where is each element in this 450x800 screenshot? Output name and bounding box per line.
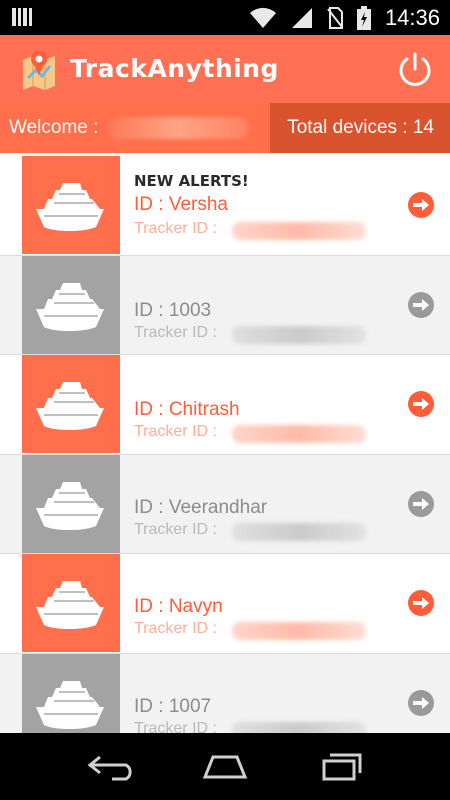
device-item-1003[interactable]: ID : 1003 Tracker ID : (0, 255, 450, 355)
device-id-label: ID : Navyn (134, 596, 223, 617)
no-sim-icon (327, 6, 343, 29)
arrow-right-icon[interactable] (408, 391, 434, 417)
arrow-right-icon[interactable] (408, 689, 434, 716)
device-id-label: ID : 1003 (134, 299, 212, 321)
ship-icon-box (22, 355, 120, 453)
welcome-user-name-redacted (108, 117, 248, 139)
ship-icon (36, 282, 104, 331)
system-nav-bar (0, 733, 450, 800)
tracker-id-redacted (232, 325, 366, 344)
arrow-right-icon[interactable] (408, 192, 434, 218)
tracker-id-label: Tracker ID : (134, 423, 217, 440)
tracker-id-label: Tracker ID : (134, 220, 217, 237)
ship-icon (36, 481, 104, 530)
tracker-id-redacted (232, 222, 366, 240)
ship-icon-box (22, 255, 120, 354)
device-id-label: ID : Versha (134, 194, 228, 215)
back-icon[interactable] (86, 751, 138, 781)
tracker-id-redacted (232, 425, 366, 443)
ship-icon (36, 581, 104, 629)
arrow-right-icon[interactable] (408, 590, 434, 616)
arrow-right-icon[interactable] (408, 490, 434, 517)
device-id-label: ID : Veerandhar (134, 496, 268, 518)
map-pin-icon (23, 51, 55, 90)
total-devices-label: Total devices : 14 (287, 117, 434, 138)
device-list[interactable]: NEW ALERTS! ID : Versha Tracker ID : ID … (0, 156, 450, 733)
power-icon[interactable] (396, 51, 434, 89)
tracker-id-redacted (232, 522, 366, 541)
battery-charging-icon (356, 5, 371, 30)
device-item-navyn[interactable]: ID : Navyn Tracker ID : (0, 554, 450, 654)
ship-icon (36, 183, 104, 231)
tracker-id-label: Tracker ID : (134, 520, 217, 538)
welcome-bar: Welcome : Total devices : 14 (0, 103, 450, 153)
device-item-veerandhar[interactable]: ID : Veerandhar Tracker ID : (0, 454, 450, 554)
ship-icon-box (22, 454, 120, 553)
signal-bars-icon (12, 8, 32, 26)
status-icons: 14:36 (249, 0, 440, 35)
new-alerts-label: NEW ALERTS! (134, 172, 249, 190)
tracker-id-label: Tracker ID : (134, 323, 217, 341)
ship-icon-box (22, 156, 120, 254)
cell-signal-icon (291, 7, 312, 28)
welcome-section: Welcome : (0, 103, 270, 153)
wifi-icon (249, 7, 276, 28)
tracker-id-redacted (232, 622, 366, 640)
tracker-id-label: Tracker ID : (134, 620, 217, 637)
ship-icon (36, 680, 104, 729)
arrow-right-icon[interactable] (408, 291, 434, 318)
tracker-id-redacted (232, 721, 366, 733)
app-title: TrackAnything (70, 54, 279, 83)
device-item-versha[interactable]: NEW ALERTS! ID : Versha Tracker ID : (0, 156, 450, 256)
tracker-id-label: Tracker ID : (134, 719, 217, 734)
device-item-chitrash[interactable]: ID : Chitrash Tracker ID : (0, 355, 450, 455)
device-item-1007[interactable]: ID : 1007 Tracker ID : (0, 653, 450, 734)
home-icon[interactable] (199, 751, 251, 781)
device-id-label: ID : Chitrash (134, 399, 240, 420)
ship-icon-box (22, 554, 120, 652)
ship-icon (36, 382, 104, 430)
app-bar: TrackAnything (0, 35, 450, 103)
welcome-label: Welcome : (9, 117, 99, 138)
device-id-label: ID : 1007 (134, 695, 212, 717)
status-bar: 14:36 (0, 0, 450, 35)
recents-icon[interactable] (312, 751, 364, 781)
ship-icon-box (22, 653, 120, 733)
status-time: 14:36 (384, 4, 440, 30)
